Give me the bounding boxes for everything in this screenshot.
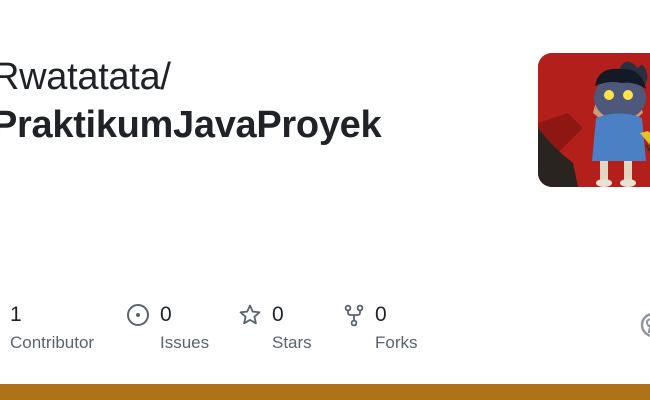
repo-name[interactable]: PraktikumJavaProyek [0, 104, 382, 147]
repo-forked-icon [342, 303, 366, 327]
owner-avatar [538, 53, 650, 187]
stat-contributors-count: 1 [10, 303, 22, 326]
stat-forks-count: 0 [375, 303, 387, 326]
repo-stats: 1 Contributor 0 Issues 0 Stars 0 Forks [0, 300, 650, 360]
stat-forks-label: Forks [375, 333, 418, 352]
repo-owner[interactable]: Rwatatata/ [0, 56, 171, 99]
stat-issues-count: 0 [160, 303, 172, 326]
star-icon [238, 303, 262, 327]
issue-opened-icon [126, 303, 150, 327]
stat-contributors[interactable]: 1 Contributor [0, 300, 120, 360]
stat-stars-label: Stars [272, 333, 312, 352]
stat-stars[interactable]: 0 Stars [238, 300, 338, 360]
stat-issues[interactable]: 0 Issues [126, 300, 236, 360]
stat-stars-count: 0 [272, 303, 284, 326]
stat-issues-label: Issues [160, 333, 210, 352]
language-color-bar [0, 384, 650, 400]
stat-contributors-label: Contributor [10, 333, 95, 352]
stat-forks[interactable]: 0 Forks [342, 300, 442, 360]
github-logo-icon [640, 312, 650, 338]
cartoon-character-avatar-image [538, 53, 650, 187]
